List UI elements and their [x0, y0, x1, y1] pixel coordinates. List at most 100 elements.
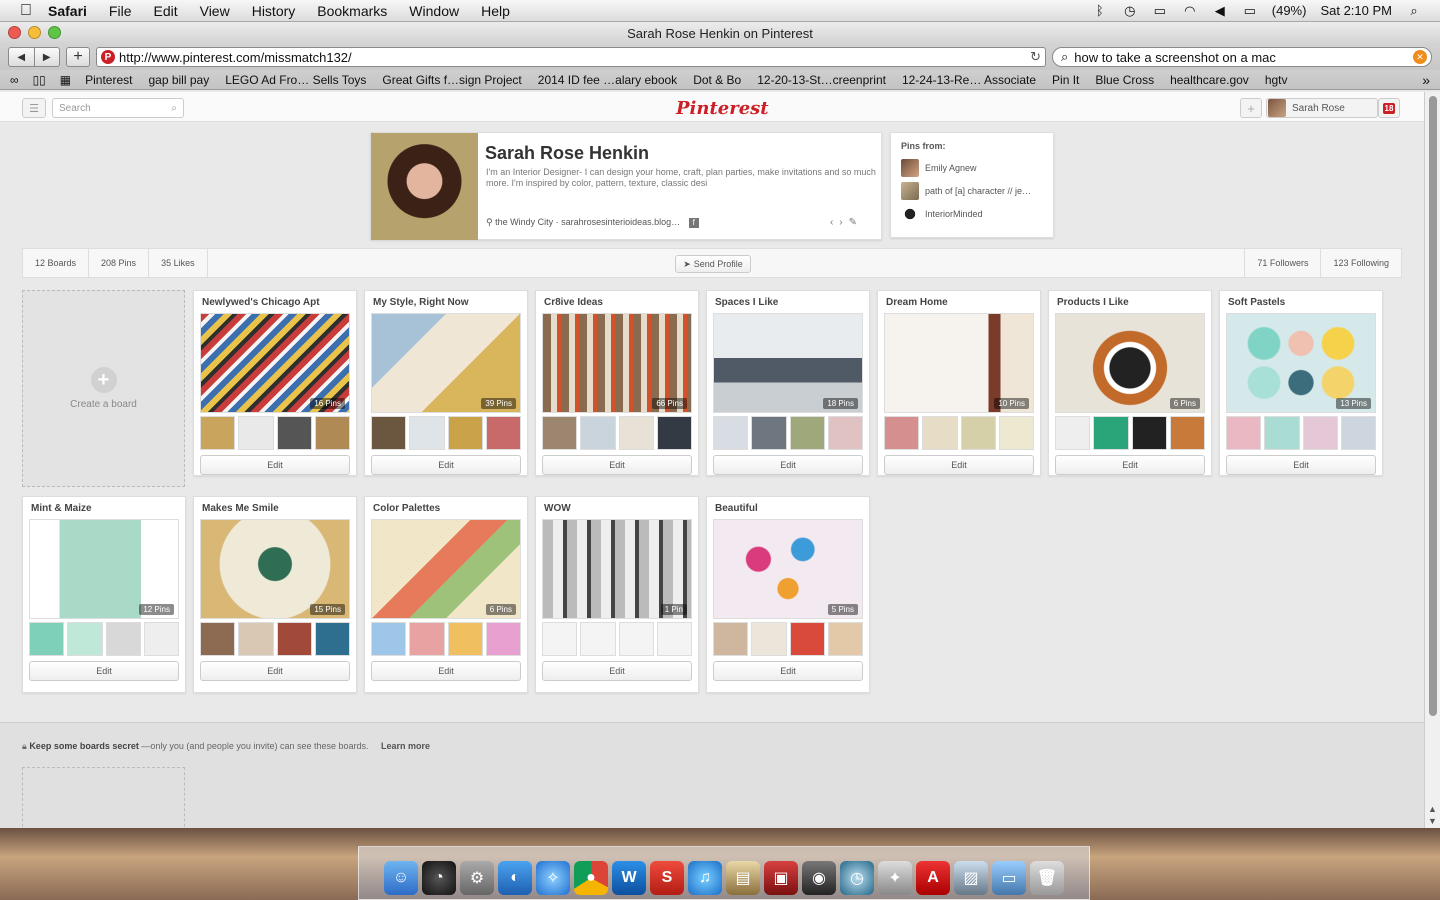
bookmark-item[interactable]: healthcare.gov: [1170, 73, 1249, 87]
board-thumbnail[interactable]: [29, 622, 65, 656]
apple-menu-icon[interactable]: : [20, 2, 36, 19]
bookmark-item[interactable]: 2014 ID fee …alary ebook: [538, 73, 677, 87]
board-thumbnail[interactable]: [580, 416, 616, 450]
learn-more-link[interactable]: Learn more: [381, 741, 430, 751]
itunes-icon[interactable]: ♫: [688, 861, 722, 895]
board-thumbnail[interactable]: [884, 416, 920, 450]
board-thumbnail[interactable]: [67, 622, 103, 656]
board-thumbnail[interactable]: [656, 416, 692, 450]
reload-icon[interactable]: ↻: [1030, 49, 1041, 65]
board-cover-image[interactable]: 18 Pins: [713, 313, 863, 413]
edit-board-button[interactable]: Edit: [371, 455, 521, 475]
trash-icon[interactable]: 🗑︎: [1030, 861, 1064, 895]
board-thumbnail[interactable]: [713, 622, 749, 656]
board-cover-image[interactable]: 10 Pins: [884, 313, 1034, 413]
close-window-button[interactable]: [8, 26, 21, 39]
user-menu-button[interactable]: Sarah Rose: [1266, 98, 1378, 118]
page-scrollbar[interactable]: ▲ ▼: [1424, 92, 1440, 828]
hamburger-menu-icon[interactable]: ☰: [22, 98, 46, 118]
pins-from-item[interactable]: InteriorMinded: [901, 205, 1043, 223]
display-icon[interactable]: ▭: [1152, 3, 1168, 18]
automator-icon[interactable]: ✦: [878, 861, 912, 895]
board-thumbnail[interactable]: [314, 622, 350, 656]
bluetooth-icon[interactable]: ᛒ: [1092, 3, 1108, 18]
dashboard-icon[interactable]: ◔: [422, 861, 456, 895]
board-thumbnail[interactable]: [542, 416, 578, 450]
embed-icon[interactable]: ‹›: [830, 217, 849, 228]
board-card[interactable]: WOW 1 Pin Edit: [535, 496, 699, 693]
tab-followers[interactable]: 71 Followers: [1244, 249, 1320, 277]
search-icon[interactable]: ⌕: [171, 103, 177, 114]
board-thumbnail[interactable]: [1302, 416, 1338, 450]
more-bookmarks-icon[interactable]: »: [1422, 72, 1430, 88]
acrobat-icon[interactable]: A: [916, 861, 950, 895]
bookmark-item[interactable]: hgtv: [1265, 73, 1288, 87]
board-cover-image[interactable]: 5 Pins: [713, 519, 863, 619]
bookmark-item[interactable]: gap bill pay: [148, 73, 209, 87]
reading-list-icon[interactable]: ∞: [10, 73, 19, 87]
applications-folder-icon[interactable]: ▭: [992, 861, 1026, 895]
bookmark-item[interactable]: 12-20-13-St…creenprint: [757, 73, 886, 87]
board-thumbnail[interactable]: [485, 416, 521, 450]
safari-icon[interactable]: ✧: [536, 861, 570, 895]
create-secret-board-slot[interactable]: [22, 767, 185, 828]
board-thumbnail[interactable]: [276, 416, 312, 450]
board-thumbnail[interactable]: [314, 416, 350, 450]
top-sites-icon[interactable]: ▦: [60, 73, 71, 87]
menu-window[interactable]: Window: [409, 3, 459, 19]
menu-edit[interactable]: Edit: [153, 3, 177, 19]
system-preferences-icon[interactable]: ⚙: [460, 861, 494, 895]
board-thumbnail[interactable]: [998, 416, 1034, 450]
board-thumbnail[interactable]: [827, 416, 863, 450]
board-thumbnail[interactable]: [542, 622, 578, 656]
chrome-icon[interactable]: ●: [574, 861, 608, 895]
tab-likes[interactable]: 35 Likes: [149, 249, 208, 277]
word-icon[interactable]: W: [612, 861, 646, 895]
board-thumbnail[interactable]: [751, 622, 787, 656]
pinterest-search-input[interactable]: Search ⌕: [52, 98, 184, 118]
bookmark-item[interactable]: Pin It: [1052, 73, 1079, 87]
board-thumbnail[interactable]: [789, 416, 825, 450]
profile-location-text[interactable]: the Windy City · sarahrosesinterioideas.…: [495, 217, 680, 227]
pins-from-item[interactable]: path of [a] character // je…: [901, 182, 1043, 200]
board-thumbnail[interactable]: [789, 622, 825, 656]
board-card[interactable]: My Style, Right Now 39 Pins Edit: [364, 290, 528, 476]
volume-icon[interactable]: ◀: [1212, 3, 1228, 18]
edit-board-button[interactable]: Edit: [29, 661, 179, 681]
menu-view[interactable]: View: [200, 3, 230, 19]
board-thumbnail[interactable]: [827, 622, 863, 656]
bookmark-item[interactable]: Blue Cross: [1095, 73, 1154, 87]
photobooth-icon[interactable]: ▣: [764, 861, 798, 895]
edit-board-button[interactable]: Edit: [713, 661, 863, 681]
tab-boards[interactable]: 12 Boards: [23, 249, 90, 277]
board-cover-image[interactable]: 13 Pins: [1226, 313, 1376, 413]
board-thumbnail[interactable]: [713, 416, 749, 450]
board-cover-image[interactable]: 15 Pins: [200, 519, 350, 619]
create-board-button[interactable]: + Create a board: [22, 290, 185, 487]
board-card[interactable]: Cr8ive Ideas 66 Pins Edit: [535, 290, 699, 476]
board-card[interactable]: Spaces I Like 18 Pins Edit: [706, 290, 870, 476]
clear-search-icon[interactable]: ✕: [1413, 50, 1427, 64]
board-thumbnail[interactable]: [656, 622, 692, 656]
search-query[interactable]: how to take a screenshot on a mac: [1074, 50, 1276, 65]
preview-icon[interactable]: ▤: [726, 861, 760, 895]
board-card[interactable]: Mint & Maize 12 Pins Edit: [22, 496, 186, 693]
scroll-down-icon[interactable]: ▼: [1428, 816, 1437, 826]
board-title[interactable]: WOW: [544, 503, 571, 514]
edit-board-button[interactable]: Edit: [200, 455, 350, 475]
menu-help[interactable]: Help: [481, 3, 510, 19]
search-bar[interactable]: ⌕ how to take a screenshot on a mac ✕: [1052, 47, 1432, 67]
board-title[interactable]: My Style, Right Now: [373, 297, 469, 308]
edit-board-button[interactable]: Edit: [713, 455, 863, 475]
edit-board-button[interactable]: Edit: [1055, 455, 1205, 475]
finder-icon[interactable]: ☺: [384, 861, 418, 895]
board-thumbnail[interactable]: [200, 416, 236, 450]
pins-from-name[interactable]: path of [a] character // je…: [925, 186, 1031, 196]
board-thumbnail[interactable]: [1093, 416, 1129, 450]
board-thumbnail[interactable]: [618, 622, 654, 656]
send-profile-button[interactable]: ➤ Send Profile: [675, 255, 751, 273]
board-thumbnail[interactable]: [580, 622, 616, 656]
board-title[interactable]: Products I Like: [1057, 297, 1129, 308]
spotlight-icon[interactable]: ⌕: [1406, 3, 1422, 18]
pins-from-item[interactable]: Emily Agnew: [901, 159, 1043, 177]
